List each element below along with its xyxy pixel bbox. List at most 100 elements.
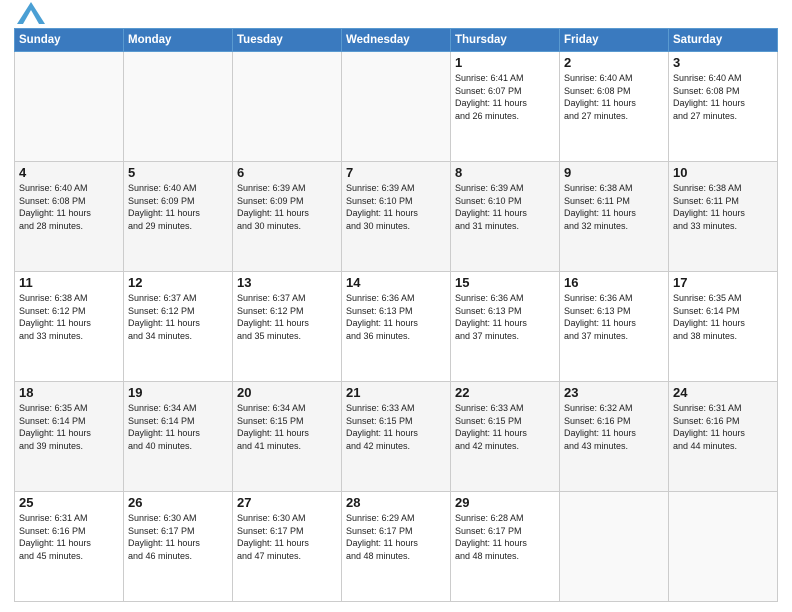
calendar-table: SundayMondayTuesdayWednesdayThursdayFrid… [14,28,778,602]
day-info: Sunrise: 6:35 AM Sunset: 6:14 PM Dayligh… [19,403,91,451]
day-number: 13 [237,275,337,290]
day-number: 21 [346,385,446,400]
calendar-header-wednesday: Wednesday [342,29,451,52]
day-number: 14 [346,275,446,290]
day-number: 11 [19,275,119,290]
calendar-cell [15,52,124,162]
day-info: Sunrise: 6:33 AM Sunset: 6:15 PM Dayligh… [455,403,527,451]
calendar-cell: 3 Sunrise: 6:40 AM Sunset: 6:08 PM Daylig… [669,52,778,162]
day-info: Sunrise: 6:31 AM Sunset: 6:16 PM Dayligh… [673,403,745,451]
calendar-cell [669,492,778,602]
calendar-header-saturday: Saturday [669,29,778,52]
calendar-cell: 6 Sunrise: 6:39 AM Sunset: 6:09 PM Daylig… [233,162,342,272]
day-info: Sunrise: 6:39 AM Sunset: 6:10 PM Dayligh… [455,183,527,231]
day-info: Sunrise: 6:37 AM Sunset: 6:12 PM Dayligh… [128,293,200,341]
day-number: 2 [564,55,664,70]
day-number: 16 [564,275,664,290]
day-info: Sunrise: 6:34 AM Sunset: 6:15 PM Dayligh… [237,403,309,451]
day-info: Sunrise: 6:39 AM Sunset: 6:09 PM Dayligh… [237,183,309,231]
day-info: Sunrise: 6:36 AM Sunset: 6:13 PM Dayligh… [455,293,527,341]
day-info: Sunrise: 6:39 AM Sunset: 6:10 PM Dayligh… [346,183,418,231]
calendar-cell: 12 Sunrise: 6:37 AM Sunset: 6:12 PM Dayli… [124,272,233,382]
calendar-week-1: 1Sunrise: 6:41 AM Sunset: 6:07 PM Daylig… [15,52,778,162]
day-info: Sunrise: 6:40 AM Sunset: 6:09 PM Dayligh… [128,183,200,231]
day-info: Sunrise: 6:32 AM Sunset: 6:16 PM Dayligh… [564,403,636,451]
calendar-cell: 19 Sunrise: 6:34 AM Sunset: 6:14 PM Dayli… [124,382,233,492]
calendar-cell: 14 Sunrise: 6:36 AM Sunset: 6:13 PM Dayli… [342,272,451,382]
calendar-cell: 28 Sunrise: 6:29 AM Sunset: 6:17 PM Dayli… [342,492,451,602]
day-number: 12 [128,275,228,290]
calendar-cell: 26 Sunrise: 6:30 AM Sunset: 6:17 PM Dayli… [124,492,233,602]
calendar-cell [342,52,451,162]
calendar-cell: 29 Sunrise: 6:28 AM Sunset: 6:17 PM Dayli… [451,492,560,602]
calendar-cell [560,492,669,602]
calendar-cell: 17Sunrise: 6:35 AM Sunset: 6:14 PM Dayli… [669,272,778,382]
header [14,10,778,24]
calendar-week-2: 4 Sunrise: 6:40 AM Sunset: 6:08 PM Daylig… [15,162,778,272]
day-number: 8 [455,165,555,180]
day-number: 3 [673,55,773,70]
calendar-cell: 22Sunrise: 6:33 AM Sunset: 6:15 PM Dayli… [451,382,560,492]
logo [14,10,45,24]
day-info: Sunrise: 6:40 AM Sunset: 6:08 PM Dayligh… [19,183,91,231]
day-number: 15 [455,275,555,290]
day-number: 5 [128,165,228,180]
day-info: Sunrise: 6:29 AM Sunset: 6:17 PM Dayligh… [346,513,418,561]
calendar-cell: 11Sunrise: 6:38 AM Sunset: 6:12 PM Dayli… [15,272,124,382]
calendar-header-thursday: Thursday [451,29,560,52]
calendar-header-sunday: Sunday [15,29,124,52]
calendar-cell: 18 Sunrise: 6:35 AM Sunset: 6:14 PM Dayli… [15,382,124,492]
day-info: Sunrise: 6:37 AM Sunset: 6:12 PM Dayligh… [237,293,309,341]
day-info: Sunrise: 6:36 AM Sunset: 6:13 PM Dayligh… [346,293,418,341]
calendar-cell: 7 Sunrise: 6:39 AM Sunset: 6:10 PM Daylig… [342,162,451,272]
calendar-cell: 9 Sunrise: 6:38 AM Sunset: 6:11 PM Daylig… [560,162,669,272]
calendar-cell: 13 Sunrise: 6:37 AM Sunset: 6:12 PM Dayli… [233,272,342,382]
day-number: 7 [346,165,446,180]
calendar-cell: 23 Sunrise: 6:32 AM Sunset: 6:16 PM Dayli… [560,382,669,492]
day-info: Sunrise: 6:35 AM Sunset: 6:14 PM Dayligh… [673,293,745,341]
day-number: 20 [237,385,337,400]
day-number: 26 [128,495,228,510]
day-number: 28 [346,495,446,510]
page: SundayMondayTuesdayWednesdayThursdayFrid… [0,0,792,612]
day-info: Sunrise: 6:31 AM Sunset: 6:16 PM Dayligh… [19,513,91,561]
day-info: Sunrise: 6:40 AM Sunset: 6:08 PM Dayligh… [564,73,636,121]
day-number: 10 [673,165,773,180]
calendar-cell: 20 Sunrise: 6:34 AM Sunset: 6:15 PM Dayli… [233,382,342,492]
day-number: 4 [19,165,119,180]
calendar-week-5: 25 Sunrise: 6:31 AM Sunset: 6:16 PM Dayli… [15,492,778,602]
calendar-cell: 1Sunrise: 6:41 AM Sunset: 6:07 PM Daylig… [451,52,560,162]
calendar-week-4: 18 Sunrise: 6:35 AM Sunset: 6:14 PM Dayli… [15,382,778,492]
calendar-week-3: 11Sunrise: 6:38 AM Sunset: 6:12 PM Dayli… [15,272,778,382]
day-number: 19 [128,385,228,400]
day-number: 9 [564,165,664,180]
day-info: Sunrise: 6:33 AM Sunset: 6:15 PM Dayligh… [346,403,418,451]
calendar-cell: 10 Sunrise: 6:38 AM Sunset: 6:11 PM Dayli… [669,162,778,272]
day-number: 6 [237,165,337,180]
calendar-cell: 27Sunrise: 6:30 AM Sunset: 6:17 PM Dayli… [233,492,342,602]
calendar-header-monday: Monday [124,29,233,52]
day-info: Sunrise: 6:34 AM Sunset: 6:14 PM Dayligh… [128,403,200,451]
day-info: Sunrise: 6:36 AM Sunset: 6:13 PM Dayligh… [564,293,636,341]
day-info: Sunrise: 6:28 AM Sunset: 6:17 PM Dayligh… [455,513,527,561]
calendar-cell [124,52,233,162]
calendar-cell: 5 Sunrise: 6:40 AM Sunset: 6:09 PM Daylig… [124,162,233,272]
day-info: Sunrise: 6:30 AM Sunset: 6:17 PM Dayligh… [128,513,200,561]
day-number: 25 [19,495,119,510]
calendar-cell: 21 Sunrise: 6:33 AM Sunset: 6:15 PM Dayli… [342,382,451,492]
calendar-cell: 24 Sunrise: 6:31 AM Sunset: 6:16 PM Dayli… [669,382,778,492]
day-number: 18 [19,385,119,400]
day-info: Sunrise: 6:40 AM Sunset: 6:08 PM Dayligh… [673,73,745,121]
day-info: Sunrise: 6:38 AM Sunset: 6:11 PM Dayligh… [564,183,636,231]
day-number: 29 [455,495,555,510]
calendar-cell [233,52,342,162]
day-number: 23 [564,385,664,400]
calendar-header-row: SundayMondayTuesdayWednesdayThursdayFrid… [15,29,778,52]
calendar-cell: 15 Sunrise: 6:36 AM Sunset: 6:13 PM Dayli… [451,272,560,382]
day-number: 24 [673,385,773,400]
calendar-cell: 16 Sunrise: 6:36 AM Sunset: 6:13 PM Dayli… [560,272,669,382]
day-info: Sunrise: 6:41 AM Sunset: 6:07 PM Dayligh… [455,73,527,121]
day-number: 27 [237,495,337,510]
day-info: Sunrise: 6:38 AM Sunset: 6:11 PM Dayligh… [673,183,745,231]
calendar-cell: 25 Sunrise: 6:31 AM Sunset: 6:16 PM Dayli… [15,492,124,602]
